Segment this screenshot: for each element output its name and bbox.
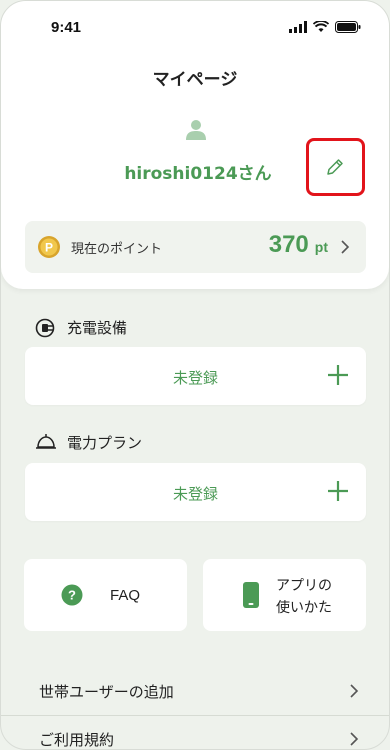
- points-number: 370: [268, 231, 309, 258]
- svg-text:P: P: [45, 241, 53, 255]
- question-circle-icon: ?: [61, 584, 83, 606]
- power-plan-status: 未登録: [172, 485, 218, 503]
- points-label: 現在のポイント: [71, 242, 163, 257]
- status-icons: [289, 21, 361, 33]
- chevron-right-icon: [350, 684, 359, 698]
- app-guide-label-line2: 使いかた: [276, 600, 332, 616]
- status-time: 9:41: [51, 19, 82, 36]
- plug-icon: [35, 318, 55, 337]
- chevron-right-icon: [350, 732, 359, 746]
- app-guide-label-line1: アプリの: [276, 578, 332, 594]
- edit-profile-button[interactable]: [323, 155, 347, 179]
- profile-panel: 9:41 マイページ hiroshi0124さん P 現在のポイント 370 p…: [1, 1, 389, 289]
- charging-equipment-header: 充電設備: [35, 317, 127, 338]
- menu-item-terms-of-use[interactable]: ご利用規約: [1, 715, 389, 749]
- chevron-right-icon: [341, 240, 350, 254]
- signal-icon: [289, 21, 307, 33]
- charging-equipment-title: 充電設備: [67, 319, 128, 337]
- faq-button[interactable]: ? FAQ: [24, 559, 187, 631]
- pencil-icon: [327, 159, 343, 175]
- points-value: 370 pt: [269, 231, 328, 259]
- power-plan-card[interactable]: 未登録: [25, 463, 366, 521]
- add-power-plan-icon[interactable]: [327, 480, 349, 502]
- phone-frame: 9:41 マイページ hiroshi0124さん P 現在のポイント 370 p…: [0, 0, 390, 750]
- page-title: マイページ: [152, 70, 238, 90]
- power-plan-icon: [36, 433, 56, 449]
- avatar-icon: [186, 120, 206, 140]
- point-coin-icon: P: [38, 236, 60, 258]
- points-card[interactable]: P 現在のポイント 370 pt: [25, 221, 366, 273]
- menu-item-label: ご利用規約: [39, 731, 115, 749]
- faq-label: FAQ: [110, 587, 141, 604]
- battery-icon: [335, 21, 361, 33]
- power-plan-title: 電力プラン: [67, 434, 143, 452]
- smartphone-icon: [243, 582, 259, 608]
- menu-item-label: 世帯ユーザーの追加: [39, 683, 174, 701]
- add-charging-equipment-icon[interactable]: [327, 364, 349, 386]
- menu-item-add-household-user[interactable]: 世帯ユーザーの追加: [1, 667, 389, 716]
- charging-equipment-card[interactable]: 未登録: [25, 347, 366, 405]
- charging-equipment-status: 未登録: [172, 369, 218, 387]
- power-plan-header: 電力プラン: [35, 432, 142, 453]
- wifi-icon: [313, 21, 329, 32]
- app-guide-label: アプリの 使いかた: [276, 575, 332, 619]
- points-unit: pt: [314, 239, 328, 255]
- svg-text:?: ?: [68, 588, 76, 603]
- status-bar: 9:41: [1, 1, 389, 51]
- app-guide-button[interactable]: アプリの 使いかた: [203, 559, 366, 631]
